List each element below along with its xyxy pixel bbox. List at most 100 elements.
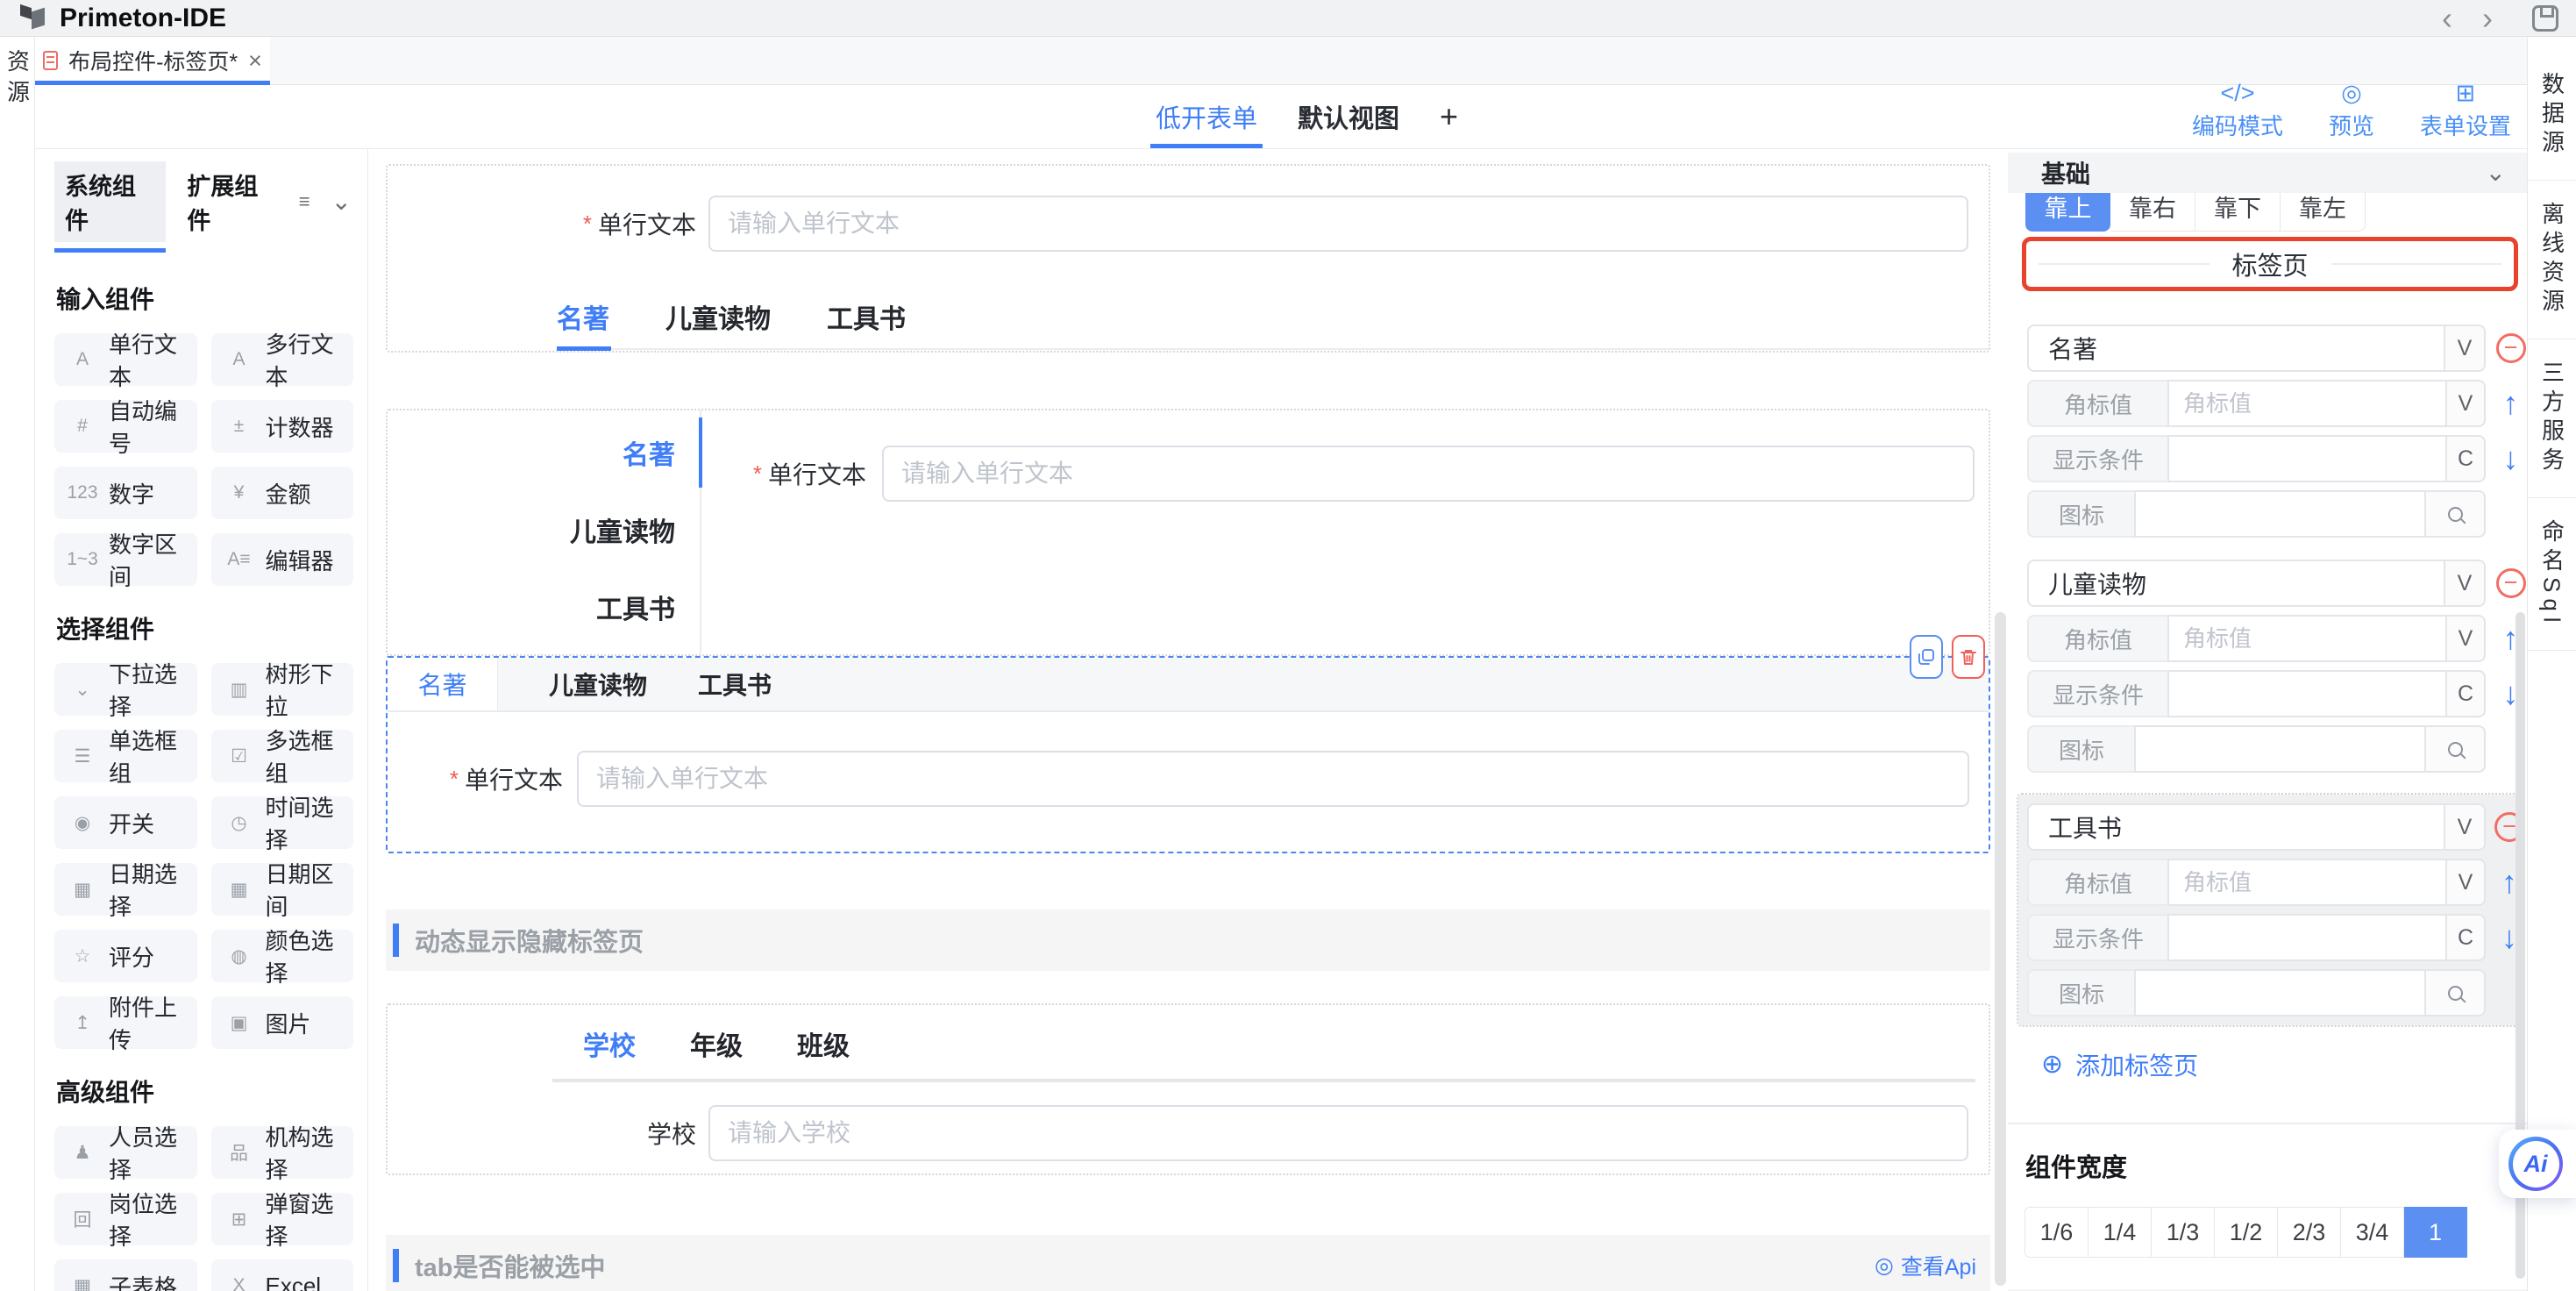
single-line-text-input[interactable]	[708, 196, 1968, 252]
component-checkbox-group[interactable]: ☑多选框组	[211, 730, 354, 782]
component-amount[interactable]: ¥金额	[211, 467, 354, 519]
component-number-range[interactable]: 1~3数字区间	[54, 533, 197, 586]
tab-lowcode-form[interactable]: 低开表单	[1156, 85, 1257, 148]
position-bottom-button[interactable]: 靠下	[2195, 193, 2281, 232]
width-1-2-button[interactable]: 1/2	[2215, 1207, 2278, 1258]
component-time-picker[interactable]: ◷时间选择	[211, 796, 354, 849]
component-number[interactable]: 123数字	[54, 467, 197, 519]
tab-children-books[interactable]: 儿童读物	[388, 491, 700, 568]
tab-default-view[interactable]: 默认视图	[1298, 85, 1399, 148]
rail-item-named-sql[interactable]: 命名Sql	[2528, 498, 2576, 651]
variable-toggle[interactable]: V	[2444, 326, 2484, 370]
condition-toggle[interactable]: C	[2445, 435, 2486, 482]
tab-name-input[interactable]: 名著V	[2027, 325, 2486, 372]
tabs-widget-card-selected[interactable]: 名著 儿童读物 工具书 *单行文本	[386, 656, 1990, 853]
tabs-widget-left[interactable]: 名著 儿童读物 工具书 *单行文本	[386, 409, 1990, 656]
rail-item-datasource[interactable]: 数据源	[2528, 51, 2576, 181]
tab-classics[interactable]: 名著	[557, 297, 609, 336]
tab-grade[interactable]: 年级	[690, 1024, 743, 1063]
width-1-3-button[interactable]: 1/3	[2152, 1207, 2215, 1258]
component-switch[interactable]: ◉开关	[54, 796, 197, 849]
section-basic[interactable]: 基础 ⌄	[2008, 153, 2527, 193]
tab-children-books[interactable]: 儿童读物	[665, 297, 771, 336]
badge-value-input[interactable]	[2167, 859, 2445, 906]
component-person-picker[interactable]: ♟人员选择	[54, 1126, 197, 1179]
width-2-3-button[interactable]: 2/3	[2278, 1207, 2341, 1258]
position-left-button[interactable]: 靠左	[2281, 193, 2366, 232]
icon-input[interactable]	[2134, 725, 2424, 773]
single-line-text-input[interactable]	[577, 751, 1969, 807]
variable-toggle[interactable]: V	[2444, 805, 2484, 849]
list-icon[interactable]: ≡	[299, 190, 310, 213]
component-file-upload[interactable]: ↥附件上传	[54, 996, 197, 1049]
component-counter[interactable]: ±计数器	[211, 400, 354, 453]
tab-classics[interactable]: 名著	[388, 658, 498, 710]
condition-toggle[interactable]: C	[2445, 670, 2486, 717]
component-date-picker[interactable]: ▦日期选择	[54, 863, 197, 916]
component-sub-table[interactable]: ▦子表格	[54, 1259, 197, 1291]
remove-tab-button[interactable]: −	[2496, 333, 2526, 363]
component-tree-dropdown[interactable]: ▥树形下拉	[211, 663, 354, 716]
preview-button[interactable]: ◎ 预览	[2329, 81, 2374, 141]
component-multi-line-text[interactable]: A多行文本	[211, 333, 354, 386]
component-post-picker[interactable]: 回岗位选择	[54, 1193, 197, 1245]
variable-toggle[interactable]: V	[2445, 380, 2486, 427]
condition-toggle[interactable]: C	[2445, 914, 2486, 961]
icon-search-button[interactable]	[2424, 969, 2486, 1016]
component-radio-group[interactable]: ☰单选框组	[54, 730, 197, 782]
tab-name-input[interactable]: 儿童读物V	[2027, 560, 2486, 607]
delete-widget-button[interactable]	[1952, 635, 1985, 679]
tab-extension-components[interactable]: 扩展组件	[187, 168, 277, 236]
move-down-button[interactable]: ↓	[2503, 440, 2519, 477]
single-line-text-input[interactable]	[882, 446, 1975, 502]
move-up-button[interactable]: ↑	[2503, 385, 2519, 422]
position-right-button[interactable]: 靠右	[2110, 193, 2195, 232]
width-full-button[interactable]: 1	[2404, 1207, 2467, 1258]
icon-search-button[interactable]	[2424, 490, 2486, 538]
variable-toggle[interactable]: V	[2445, 859, 2486, 906]
component-excel[interactable]: XExcel	[211, 1259, 354, 1291]
editor-tab[interactable]: 布局控件-标签页* ×	[35, 37, 270, 84]
tabs-widget-school[interactable]: 学校 年级 班级 学校	[386, 1003, 1990, 1175]
tab-class[interactable]: 班级	[797, 1024, 850, 1063]
component-dropdown[interactable]: ⌄下拉选择	[54, 663, 197, 716]
add-tab-button[interactable]: ⊕ 添加标签页	[2041, 1047, 2527, 1082]
remove-tab-button[interactable]: −	[2496, 568, 2526, 598]
canvas-scrollbar[interactable]	[1995, 612, 2006, 1286]
width-3-4-button[interactable]: 3/4	[2341, 1207, 2404, 1258]
component-dialog-picker[interactable]: ⊞弹窗选择	[211, 1193, 354, 1245]
component-rating[interactable]: ☆评分	[54, 930, 197, 982]
rail-item-resources[interactable]: 资源	[6, 49, 29, 1291]
icon-input[interactable]	[2134, 490, 2424, 538]
rail-item-third-party-services[interactable]: 三方服务	[2528, 339, 2576, 498]
tab-system-components[interactable]: 系统组件	[54, 161, 166, 242]
close-icon[interactable]: ×	[248, 49, 262, 73]
tab-children-books[interactable]: 儿童读物	[549, 658, 647, 710]
code-mode-button[interactable]: </> 编码模式	[2192, 81, 2283, 141]
component-auto-number[interactable]: #自动编号	[54, 400, 197, 453]
component-single-line-text[interactable]: A单行文本	[54, 333, 197, 386]
form-settings-button[interactable]: ⊞ 表单设置	[2420, 81, 2511, 141]
tab-reference-books[interactable]: 工具书	[698, 658, 772, 710]
back-icon[interactable]: ‹	[2427, 3, 2467, 34]
variable-toggle[interactable]: V	[2444, 561, 2484, 605]
view-api-link[interactable]: ◎查看Api	[1875, 1250, 1976, 1281]
component-color-picker[interactable]: ◍颜色选择	[211, 930, 354, 982]
forward-icon[interactable]: ›	[2467, 3, 2508, 34]
tabs-widget-bottom[interactable]: *单行文本 名著 儿童读物 工具书	[386, 164, 1990, 353]
tab-school[interactable]: 学校	[583, 1024, 636, 1063]
badge-value-input[interactable]	[2167, 615, 2445, 662]
tab-reference-books[interactable]: 工具书	[827, 297, 906, 336]
component-image[interactable]: ▣图片	[211, 996, 354, 1049]
icon-input[interactable]	[2134, 969, 2424, 1016]
width-1-4-button[interactable]: 1/4	[2089, 1207, 2152, 1258]
school-input[interactable]	[708, 1105, 1968, 1161]
rail-item-offline-resources[interactable]: 离线资源	[2528, 181, 2576, 339]
ai-assistant-button[interactable]: Ai	[2499, 1130, 2576, 1198]
display-condition-input[interactable]	[2167, 435, 2445, 482]
tab-name-input[interactable]: 工具书V	[2027, 803, 2486, 851]
position-top-button[interactable]: 靠上	[2025, 193, 2110, 232]
variable-toggle[interactable]: V	[2445, 615, 2486, 662]
display-condition-input[interactable]	[2167, 914, 2445, 961]
tab-reference-books[interactable]: 工具书	[388, 568, 700, 646]
